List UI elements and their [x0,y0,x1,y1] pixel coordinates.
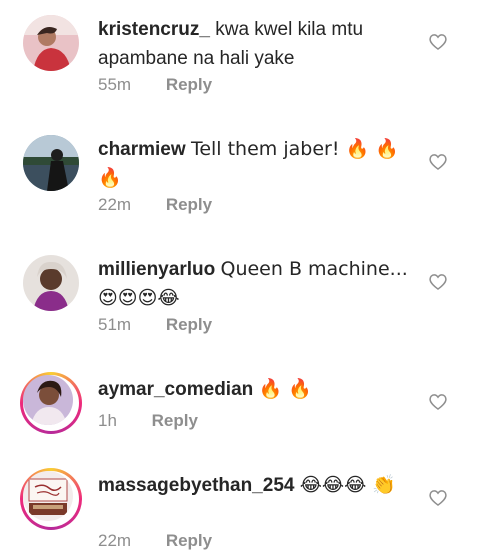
comment-username[interactable]: millienyarluo [98,259,215,280]
comment-time: 1h [98,411,117,430]
avatar-story-ring[interactable] [20,468,82,530]
reply-button[interactable]: Reply [166,315,212,334]
comment-username[interactable]: charmiew [98,139,186,160]
avatar-photo [23,471,73,521]
avatar-story-ring[interactable] [20,372,82,434]
heart-outline-icon[interactable] [428,488,448,508]
avatar-photo [23,15,79,71]
comment-meta: 55m Reply [98,75,212,95]
heart-outline-icon[interactable] [428,392,448,412]
reply-button[interactable]: Reply [166,75,212,94]
comment-body: aymar_comedian 🔥 🔥 [98,375,408,404]
avatar-photo [23,255,79,311]
comment-username[interactable]: massagebyethan_254 [98,475,294,496]
comment-username[interactable]: kristencruz_ [98,19,210,40]
avatar[interactable] [23,255,79,311]
avatar[interactable] [23,135,79,191]
heart-outline-icon[interactable] [428,32,448,52]
comment-meta: 22m Reply [98,531,212,551]
comment-time: 51m [98,315,132,334]
avatar-photo [23,375,73,425]
comment-time: 22m [98,531,132,550]
comment-text: 🔥 🔥 [258,378,312,400]
avatar [23,375,73,425]
comment-meta: 22m Reply [98,195,212,215]
heart-outline-icon[interactable] [428,272,448,292]
avatar[interactable] [23,15,79,71]
comment-time: 55m [98,75,132,94]
reply-button[interactable]: Reply [166,195,212,214]
comment-body: charmiew Tell them jaber! 🔥 🔥 🔥 [98,135,408,193]
comment-time: 22m [98,195,132,214]
heart-outline-icon[interactable] [428,152,448,172]
comment-text: 😂😂😂 👏 [299,474,397,496]
comment-username[interactable]: aymar_comedian [98,379,253,400]
avatar-photo [23,135,79,191]
comment-meta: 1h Reply [98,411,198,431]
comment-body: massagebyethan_254 😂😂😂 👏 [98,471,408,500]
reply-button[interactable]: Reply [166,531,212,550]
comment-meta: 51m Reply [98,315,212,335]
comment-body: millienyarluo Queen B machine... 😍😍😍😂 [98,255,408,313]
reply-button[interactable]: Reply [152,411,198,430]
avatar [23,471,73,521]
comment-body: kristencruz_ kwa kwel kila mtu apambane … [98,15,408,73]
